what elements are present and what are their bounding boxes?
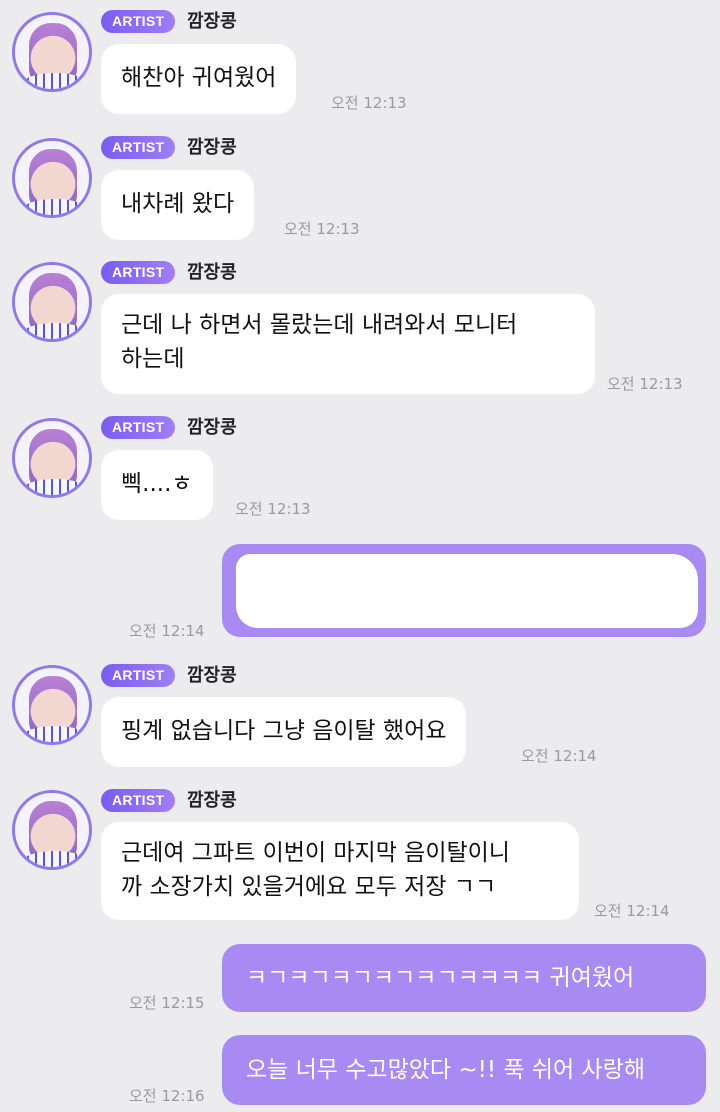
artist-avatar[interactable] xyxy=(12,418,92,498)
message-time: 오전 12:13 xyxy=(607,375,683,393)
artist-badge: ARTIST xyxy=(101,789,176,812)
message-time: 오전 12:13 xyxy=(235,500,311,518)
message-time: 오전 12:13 xyxy=(284,220,360,238)
message-time: 오전 12:14 xyxy=(594,902,670,920)
artist-badge: ARTIST xyxy=(101,664,176,687)
artist-avatar[interactable] xyxy=(12,138,92,218)
artist-avatar[interactable] xyxy=(12,12,92,92)
sender-name: 깜장콩 xyxy=(187,11,237,32)
message-bubble[interactable]: 핑계 없습니다 그냥 음이탈 했어요 xyxy=(101,697,467,767)
my-message-bubble[interactable]: 오늘 너무 수고많았다 ~!! 푹 쉬어 사랑해 xyxy=(222,1035,706,1105)
message-time: 오전 12:13 xyxy=(331,94,407,112)
redaction-overlay xyxy=(236,554,698,628)
message-bubble[interactable]: 내차례 왔다 xyxy=(101,170,255,240)
artist-avatar[interactable] xyxy=(12,665,92,745)
artist-badge: ARTIST xyxy=(101,136,176,159)
message-bubble[interactable]: 근데 나 하면서 몰랐는데 내려와서 모니터 하는데 xyxy=(101,294,595,394)
message-bubble[interactable]: 삑....ㅎ xyxy=(101,450,213,520)
sender-name: 깜장콩 xyxy=(187,137,237,158)
artist-avatar[interactable] xyxy=(12,262,92,342)
artist-badge: ARTIST xyxy=(101,416,176,439)
artist-badge: ARTIST xyxy=(101,261,176,284)
message-bubble[interactable]: 근데여 그파트 이번이 마지막 음이탈이니 까 소장가치 있을거에요 모두 저장… xyxy=(101,822,579,920)
message-time: 오전 12:14 xyxy=(521,747,597,765)
message-time: 오전 12:15 xyxy=(129,994,205,1012)
message-time: 오전 12:14 xyxy=(129,622,205,640)
sender-name: 깜장콩 xyxy=(187,262,237,283)
my-message-bubble[interactable]: ㅋㄱㅋㄱㅋㄱㅋㄱㅋㄱㅋㅋㅋㅋ 귀여웠어 xyxy=(222,944,706,1012)
sender-name: 깜장콩 xyxy=(187,790,237,811)
message-time: 오전 12:16 xyxy=(129,1087,205,1105)
artist-avatar[interactable] xyxy=(12,790,92,870)
sender-name: 깜장콩 xyxy=(187,665,237,686)
sender-name: 깜장콩 xyxy=(187,417,237,438)
message-bubble[interactable]: 해찬아 귀여웠어 xyxy=(101,44,297,114)
artist-badge: ARTIST xyxy=(101,10,176,33)
